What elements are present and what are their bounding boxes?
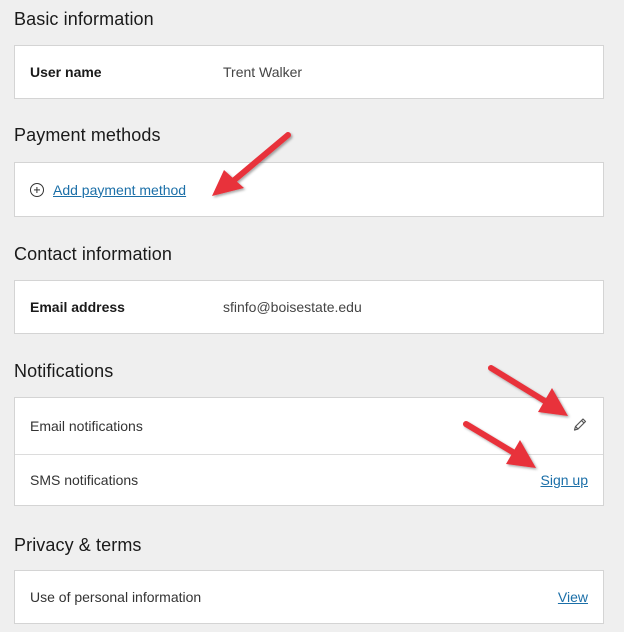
- sms-notifications-row: SMS notifications Sign up: [15, 454, 603, 505]
- basic-information-card: User name Trent Walker: [14, 45, 604, 99]
- section-title-notifications: Notifications: [14, 361, 114, 381]
- payment-methods-card: Add payment method: [14, 162, 604, 217]
- privacy-terms-card: Use of personal information View: [14, 570, 604, 624]
- add-payment-method-link[interactable]: Add payment method: [53, 182, 186, 198]
- notifications-card: Email notifications SMS notifications Si…: [14, 397, 604, 506]
- add-payment-method-row: Add payment method: [15, 163, 603, 216]
- personal-information-row: Use of personal information View: [15, 571, 603, 623]
- section-title-basic-information: Basic information: [14, 9, 154, 29]
- email-notifications-label: Email notifications: [30, 418, 143, 434]
- user-name-row: User name Trent Walker: [15, 46, 603, 98]
- section-title-contact-information: Contact information: [14, 244, 172, 264]
- email-notifications-row: Email notifications: [15, 398, 603, 454]
- user-name-value: Trent Walker: [223, 64, 303, 80]
- section-title-payment-methods: Payment methods: [14, 125, 161, 145]
- plus-circle-icon[interactable]: [30, 182, 44, 197]
- pencil-icon[interactable]: [572, 417, 588, 436]
- contact-information-card: Email address sfinfo@boisestate.edu: [14, 280, 604, 334]
- sms-notifications-label: SMS notifications: [30, 472, 139, 488]
- email-address-value: sfinfo@boisestate.edu: [223, 299, 362, 315]
- email-address-label: Email address: [30, 299, 125, 315]
- personal-information-label: Use of personal information: [30, 589, 202, 605]
- sms-sign-up-link[interactable]: Sign up: [541, 472, 588, 488]
- email-address-row: Email address sfinfo@boisestate.edu: [15, 281, 603, 333]
- section-title-privacy-terms: Privacy & terms: [14, 535, 142, 555]
- user-name-label: User name: [30, 64, 102, 80]
- view-personal-information-link[interactable]: View: [558, 589, 588, 605]
